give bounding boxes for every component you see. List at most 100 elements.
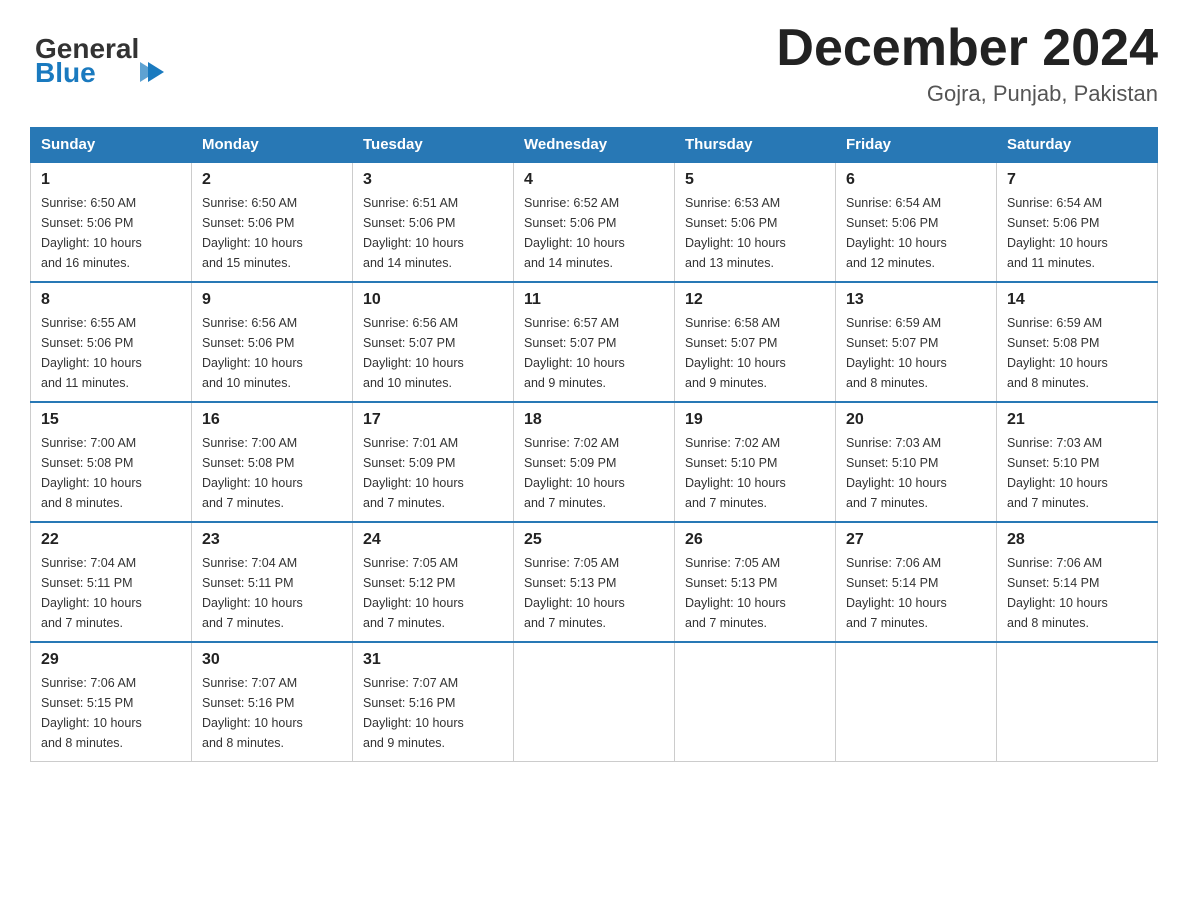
day-number: 10	[363, 291, 503, 309]
calendar-cell: 9 Sunrise: 6:56 AMSunset: 5:06 PMDayligh…	[192, 282, 353, 402]
col-wednesday: Wednesday	[514, 128, 675, 163]
calendar-cell: 17 Sunrise: 7:01 AMSunset: 5:09 PMDaylig…	[353, 402, 514, 522]
day-detail: Sunrise: 7:06 AMSunset: 5:14 PMDaylight:…	[846, 553, 986, 633]
page-header: General Blue December 2024 Gojra, Punjab…	[30, 20, 1158, 107]
day-detail: Sunrise: 7:03 AMSunset: 5:10 PMDaylight:…	[846, 433, 986, 513]
day-detail: Sunrise: 7:03 AMSunset: 5:10 PMDaylight:…	[1007, 433, 1147, 513]
calendar-cell: 4 Sunrise: 6:52 AMSunset: 5:06 PMDayligh…	[514, 162, 675, 282]
calendar-cell	[836, 642, 997, 762]
calendar-header-row: Sunday Monday Tuesday Wednesday Thursday…	[31, 128, 1158, 163]
calendar-cell: 19 Sunrise: 7:02 AMSunset: 5:10 PMDaylig…	[675, 402, 836, 522]
logo-svg: General Blue	[30, 20, 170, 85]
day-number: 19	[685, 411, 825, 429]
day-number: 18	[524, 411, 664, 429]
day-number: 21	[1007, 411, 1147, 429]
day-number: 11	[524, 291, 664, 309]
day-number: 17	[363, 411, 503, 429]
day-detail: Sunrise: 6:54 AMSunset: 5:06 PMDaylight:…	[1007, 193, 1147, 273]
calendar-cell: 1 Sunrise: 6:50 AMSunset: 5:06 PMDayligh…	[31, 162, 192, 282]
day-number: 16	[202, 411, 342, 429]
day-detail: Sunrise: 7:02 AMSunset: 5:09 PMDaylight:…	[524, 433, 664, 513]
day-number: 1	[41, 171, 181, 189]
calendar-table: Sunday Monday Tuesday Wednesday Thursday…	[30, 127, 1158, 762]
day-detail: Sunrise: 7:00 AMSunset: 5:08 PMDaylight:…	[41, 433, 181, 513]
day-number: 25	[524, 531, 664, 549]
calendar-cell: 26 Sunrise: 7:05 AMSunset: 5:13 PMDaylig…	[675, 522, 836, 642]
calendar-cell: 15 Sunrise: 7:00 AMSunset: 5:08 PMDaylig…	[31, 402, 192, 522]
col-saturday: Saturday	[997, 128, 1158, 163]
calendar-cell: 24 Sunrise: 7:05 AMSunset: 5:12 PMDaylig…	[353, 522, 514, 642]
day-number: 9	[202, 291, 342, 309]
day-detail: Sunrise: 6:51 AMSunset: 5:06 PMDaylight:…	[363, 193, 503, 273]
day-detail: Sunrise: 6:59 AMSunset: 5:08 PMDaylight:…	[1007, 313, 1147, 393]
day-detail: Sunrise: 7:04 AMSunset: 5:11 PMDaylight:…	[202, 553, 342, 633]
day-number: 7	[1007, 171, 1147, 189]
calendar-cell: 7 Sunrise: 6:54 AMSunset: 5:06 PMDayligh…	[997, 162, 1158, 282]
day-detail: Sunrise: 7:05 AMSunset: 5:13 PMDaylight:…	[524, 553, 664, 633]
day-detail: Sunrise: 7:07 AMSunset: 5:16 PMDaylight:…	[202, 673, 342, 753]
day-number: 29	[41, 651, 181, 669]
col-tuesday: Tuesday	[353, 128, 514, 163]
day-number: 4	[524, 171, 664, 189]
calendar-cell	[675, 642, 836, 762]
day-number: 24	[363, 531, 503, 549]
day-number: 6	[846, 171, 986, 189]
day-number: 26	[685, 531, 825, 549]
calendar-cell: 12 Sunrise: 6:58 AMSunset: 5:07 PMDaylig…	[675, 282, 836, 402]
day-number: 28	[1007, 531, 1147, 549]
day-number: 15	[41, 411, 181, 429]
col-thursday: Thursday	[675, 128, 836, 163]
day-number: 20	[846, 411, 986, 429]
day-number: 5	[685, 171, 825, 189]
calendar-cell: 13 Sunrise: 6:59 AMSunset: 5:07 PMDaylig…	[836, 282, 997, 402]
calendar-cell: 25 Sunrise: 7:05 AMSunset: 5:13 PMDaylig…	[514, 522, 675, 642]
calendar-cell: 8 Sunrise: 6:55 AMSunset: 5:06 PMDayligh…	[31, 282, 192, 402]
calendar-cell: 14 Sunrise: 6:59 AMSunset: 5:08 PMDaylig…	[997, 282, 1158, 402]
calendar-week-row: 22 Sunrise: 7:04 AMSunset: 5:11 PMDaylig…	[31, 522, 1158, 642]
col-friday: Friday	[836, 128, 997, 163]
calendar-cell: 30 Sunrise: 7:07 AMSunset: 5:16 PMDaylig…	[192, 642, 353, 762]
day-detail: Sunrise: 6:59 AMSunset: 5:07 PMDaylight:…	[846, 313, 986, 393]
calendar-cell: 3 Sunrise: 6:51 AMSunset: 5:06 PMDayligh…	[353, 162, 514, 282]
day-detail: Sunrise: 6:50 AMSunset: 5:06 PMDaylight:…	[202, 193, 342, 273]
day-number: 27	[846, 531, 986, 549]
day-number: 3	[363, 171, 503, 189]
day-detail: Sunrise: 6:58 AMSunset: 5:07 PMDaylight:…	[685, 313, 825, 393]
calendar-cell: 29 Sunrise: 7:06 AMSunset: 5:15 PMDaylig…	[31, 642, 192, 762]
day-detail: Sunrise: 6:56 AMSunset: 5:07 PMDaylight:…	[363, 313, 503, 393]
calendar-week-row: 29 Sunrise: 7:06 AMSunset: 5:15 PMDaylig…	[31, 642, 1158, 762]
calendar-cell: 21 Sunrise: 7:03 AMSunset: 5:10 PMDaylig…	[997, 402, 1158, 522]
calendar-cell: 27 Sunrise: 7:06 AMSunset: 5:14 PMDaylig…	[836, 522, 997, 642]
calendar-cell	[997, 642, 1158, 762]
day-number: 31	[363, 651, 503, 669]
calendar-cell: 6 Sunrise: 6:54 AMSunset: 5:06 PMDayligh…	[836, 162, 997, 282]
day-detail: Sunrise: 7:06 AMSunset: 5:14 PMDaylight:…	[1007, 553, 1147, 633]
calendar-cell: 23 Sunrise: 7:04 AMSunset: 5:11 PMDaylig…	[192, 522, 353, 642]
day-detail: Sunrise: 7:05 AMSunset: 5:12 PMDaylight:…	[363, 553, 503, 633]
logo: General Blue	[30, 20, 170, 85]
calendar-cell: 31 Sunrise: 7:07 AMSunset: 5:16 PMDaylig…	[353, 642, 514, 762]
day-detail: Sunrise: 6:54 AMSunset: 5:06 PMDaylight:…	[846, 193, 986, 273]
day-detail: Sunrise: 6:57 AMSunset: 5:07 PMDaylight:…	[524, 313, 664, 393]
calendar-week-row: 8 Sunrise: 6:55 AMSunset: 5:06 PMDayligh…	[31, 282, 1158, 402]
day-detail: Sunrise: 7:05 AMSunset: 5:13 PMDaylight:…	[685, 553, 825, 633]
calendar-cell: 20 Sunrise: 7:03 AMSunset: 5:10 PMDaylig…	[836, 402, 997, 522]
day-detail: Sunrise: 7:06 AMSunset: 5:15 PMDaylight:…	[41, 673, 181, 753]
title-area: December 2024 Gojra, Punjab, Pakistan	[776, 20, 1158, 107]
day-number: 2	[202, 171, 342, 189]
calendar-week-row: 1 Sunrise: 6:50 AMSunset: 5:06 PMDayligh…	[31, 162, 1158, 282]
calendar-week-row: 15 Sunrise: 7:00 AMSunset: 5:08 PMDaylig…	[31, 402, 1158, 522]
col-monday: Monday	[192, 128, 353, 163]
day-detail: Sunrise: 6:50 AMSunset: 5:06 PMDaylight:…	[41, 193, 181, 273]
col-sunday: Sunday	[31, 128, 192, 163]
day-detail: Sunrise: 7:02 AMSunset: 5:10 PMDaylight:…	[685, 433, 825, 513]
calendar-cell: 22 Sunrise: 7:04 AMSunset: 5:11 PMDaylig…	[31, 522, 192, 642]
month-title: December 2024	[776, 20, 1158, 77]
day-detail: Sunrise: 6:53 AMSunset: 5:06 PMDaylight:…	[685, 193, 825, 273]
day-number: 22	[41, 531, 181, 549]
day-detail: Sunrise: 7:01 AMSunset: 5:09 PMDaylight:…	[363, 433, 503, 513]
day-number: 12	[685, 291, 825, 309]
calendar-cell	[514, 642, 675, 762]
calendar-cell: 18 Sunrise: 7:02 AMSunset: 5:09 PMDaylig…	[514, 402, 675, 522]
calendar-cell: 5 Sunrise: 6:53 AMSunset: 5:06 PMDayligh…	[675, 162, 836, 282]
